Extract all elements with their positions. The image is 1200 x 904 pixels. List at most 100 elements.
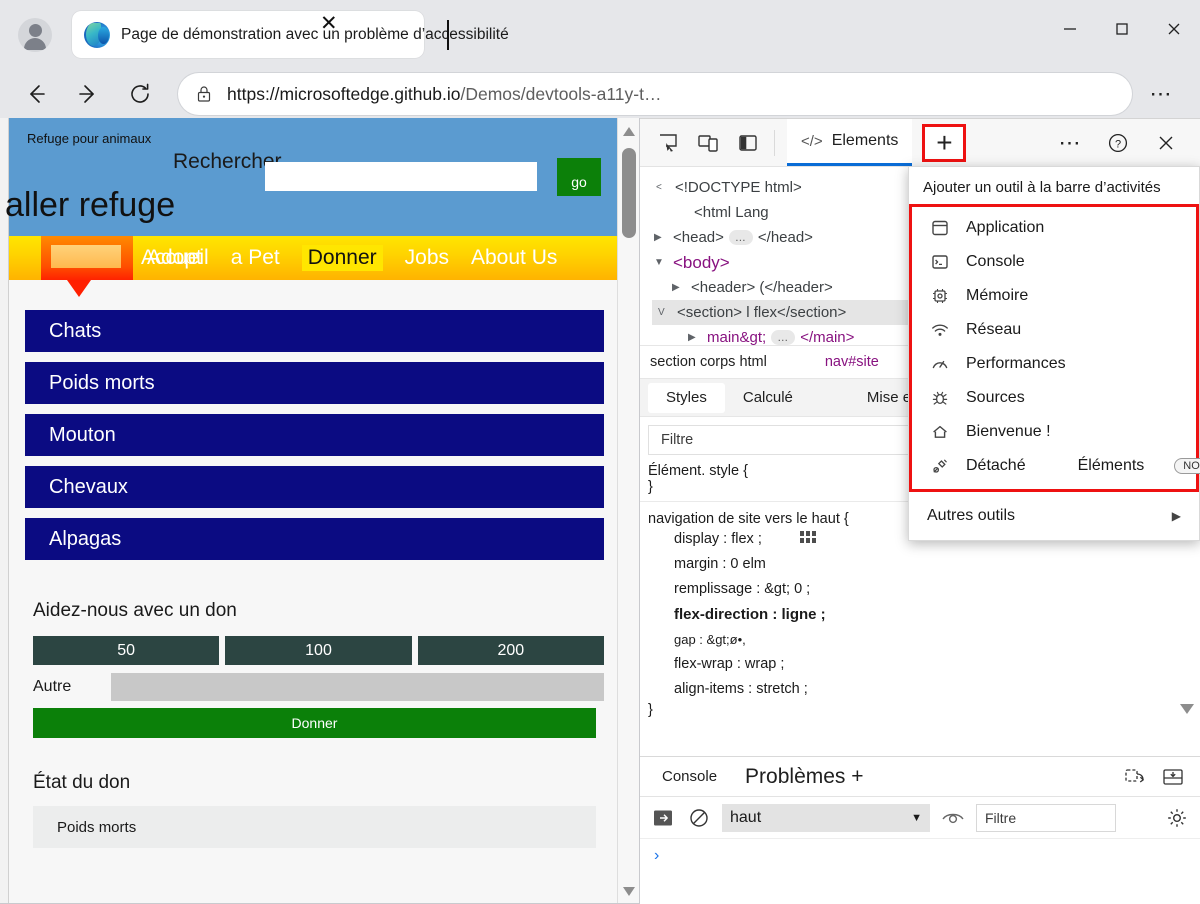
chevron-vee-icon[interactable]: V (658, 307, 674, 318)
performance-icon (930, 354, 950, 374)
donate-submit-button[interactable]: Donner (33, 708, 596, 738)
drawer-tabbar: Console Problèmes + (640, 757, 1200, 797)
donate-other-input[interactable] (111, 673, 604, 701)
console-sidebar-icon[interactable] (650, 806, 676, 830)
help-icon[interactable]: ? (1096, 123, 1140, 163)
donate-amount-50[interactable]: 50 (33, 636, 219, 665)
back-arrow-icon[interactable] (16, 74, 56, 114)
inspect-element-icon[interactable] (654, 129, 682, 157)
site-hero-text: aller refuge (5, 186, 175, 225)
menu-item-performance[interactable]: Performances (912, 347, 1196, 381)
search-input[interactable] (265, 162, 537, 191)
device-emulation-icon[interactable] (694, 129, 722, 157)
chevron-down-icon[interactable] (654, 257, 670, 268)
devtools-left-icons (640, 129, 762, 157)
css-declaration[interactable]: flex-direction : ligne ; (648, 602, 1200, 627)
console-context-select[interactable]: haut ▼ (722, 804, 930, 832)
console-context-value: haut (730, 809, 761, 827)
gear-icon[interactable] (1164, 806, 1190, 830)
nav-item-about-us[interactable]: About Us (471, 246, 557, 270)
nav-item-a-pet[interactable]: a Pet (231, 246, 280, 270)
minimize-icon[interactable] (1044, 7, 1096, 51)
profile-avatar[interactable] (18, 18, 52, 52)
list-item[interactable]: Chats (25, 310, 604, 352)
menu-item-network-label: Réseau (966, 321, 1021, 339)
list-item[interactable]: Mouton (25, 414, 604, 456)
dom-node-text: <section> l flex</section> (677, 304, 846, 321)
browser-tab[interactable]: Page de démonstration avec un problème d… (72, 11, 424, 58)
site-header: Refuge pour animaux Rechercher go aller … (9, 118, 620, 236)
menu-item-sources[interactable]: Sources (912, 381, 1196, 415)
tab-computed[interactable]: Calculé (725, 383, 811, 413)
console-filter-input[interactable]: Filtre (976, 804, 1116, 832)
new-style-rule-icon[interactable] (1120, 763, 1150, 791)
styles-scroll-down-arrow-icon[interactable] (1180, 702, 1194, 718)
drawer-tab-console[interactable]: Console (648, 761, 731, 793)
chevron-right-icon[interactable] (654, 232, 670, 243)
console-prompt[interactable]: › (640, 839, 1200, 865)
scrollbar-thumb[interactable] (622, 148, 636, 238)
network-icon (930, 320, 950, 340)
page-scrollbar[interactable] (617, 118, 639, 904)
css-declaration[interactable]: remplissage : &gt; 0 ; (648, 577, 1200, 602)
address-bar[interactable]: https://microsoftedge.github.io/Demos/de… (178, 73, 1132, 115)
css-declaration[interactable]: flex-wrap : wrap ; (648, 652, 1200, 677)
donate-amount-100[interactable]: 100 (225, 636, 411, 665)
dom-node-text: <header> (</header> (691, 279, 833, 296)
css-declaration[interactable]: margin : 0 elm (648, 552, 1200, 577)
live-expression-icon[interactable] (940, 806, 966, 830)
dom-node-closing-tag: </head> (758, 229, 813, 246)
maximize-icon[interactable] (1096, 7, 1148, 51)
nav-item-donner[interactable]: Donner (302, 245, 383, 271)
list-item[interactable]: Alpagas (25, 518, 604, 560)
chevron-down-icon: ▼ (911, 812, 922, 824)
page-viewport: Refuge pour animaux Rechercher go aller … (0, 118, 640, 904)
site-nav: Accueil Adopt a Pet Donner Jobs About Us (9, 236, 620, 280)
menu-item-welcome[interactable]: Bienvenue ! (912, 415, 1196, 449)
nav-item-jobs[interactable]: Jobs (405, 246, 449, 270)
chevron-right-icon[interactable] (688, 332, 704, 343)
menu-item-console[interactable]: Console (912, 245, 1196, 279)
menu-item-more-tools-label: Autres outils (927, 507, 1015, 525)
menu-item-application[interactable]: Application (912, 211, 1196, 245)
close-icon[interactable] (1144, 123, 1188, 163)
browser-more-options-icon[interactable]: ⋯ (1138, 73, 1184, 115)
plus-icon: + (936, 129, 952, 157)
donate-amount-row: 50 100 200 (33, 636, 604, 665)
forward-arrow-icon[interactable] (68, 74, 108, 114)
nav-pointer-marker (67, 280, 91, 297)
donate-amount-200[interactable]: 200 (418, 636, 604, 665)
css-rule-close-brace: } (648, 702, 1200, 718)
list-item[interactable]: Poids morts (25, 362, 604, 404)
scroll-down-arrow-icon[interactable] (618, 880, 640, 902)
menu-item-network[interactable]: Réseau (912, 313, 1196, 347)
css-declaration[interactable]: gap : &gt;ø•, (648, 627, 1200, 652)
list-item[interactable]: Chevaux (25, 466, 604, 508)
menu-item-detached-elements[interactable]: Détaché Éléments NOUVEAU (912, 449, 1196, 483)
search-go-button[interactable]: go (557, 158, 601, 196)
tab-elements-label: Elements (832, 132, 899, 150)
close-icon[interactable] (1148, 7, 1200, 51)
scroll-up-arrow-icon[interactable] (618, 120, 640, 142)
collapsed-children-icon[interactable]: … (771, 330, 795, 345)
clear-console-icon[interactable] (686, 806, 712, 830)
drawer-tab-issues[interactable]: Problèmes + (731, 761, 877, 793)
menu-item-more-tools[interactable]: Autres outils ▶ (909, 492, 1199, 540)
nav-item-accueil[interactable]: Accueil Adopt (141, 246, 209, 270)
more-options-icon[interactable]: ⋯ (1048, 123, 1092, 163)
dock-side-icon[interactable] (734, 129, 762, 157)
menu-item-sources-label: Sources (966, 389, 1025, 407)
add-tool-button[interactable]: + (922, 124, 966, 162)
toolbar-divider (774, 130, 775, 156)
add-tool-menu: Ajouter un outil à la barre d’activités … (908, 166, 1200, 541)
chevron-right-icon[interactable] (672, 282, 688, 293)
tab-elements[interactable]: </> Elements (787, 119, 912, 166)
collapsed-children-icon[interactable]: … (729, 230, 753, 245)
nav-item-home[interactable] (41, 236, 133, 280)
reload-icon[interactable] (120, 74, 160, 114)
menu-item-memory[interactable]: Mémoire (912, 279, 1196, 313)
css-declaration[interactable]: align-items : stretch ; (648, 677, 1200, 702)
tab-styles[interactable]: Styles (648, 383, 725, 413)
flex-editor-icon[interactable] (800, 531, 817, 548)
dock-bottom-icon[interactable] (1158, 763, 1188, 791)
